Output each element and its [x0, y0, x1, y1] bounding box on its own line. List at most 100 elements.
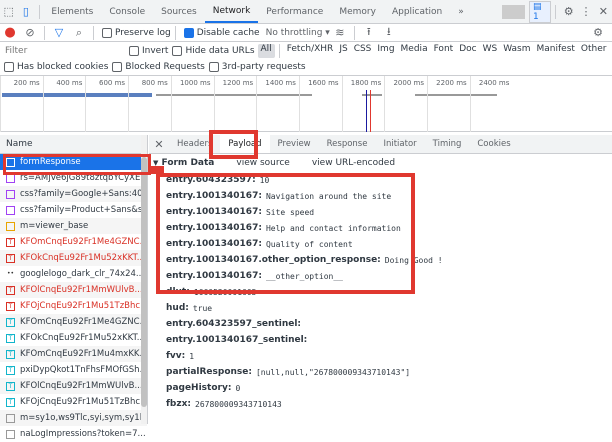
- tab-cookies[interactable]: Cookies: [469, 135, 518, 153]
- request-name: css?family=Google+Sans:400: [20, 189, 147, 199]
- tab-application[interactable]: Application: [384, 0, 450, 23]
- settings-gear-icon[interactable]: ⚙: [562, 4, 575, 20]
- scrollbar[interactable]: [141, 135, 147, 424]
- request-row[interactable]: rs=AMjVe6jG89t8ztqbYCyXE: [0, 170, 147, 186]
- blocked-requests-checkbox[interactable]: [112, 62, 123, 72]
- timeline-overview[interactable]: 200 ms 400 ms 600 ms 800 ms 1000 ms 1200 ms 14…: [0, 76, 612, 132]
- network-conditions-icon[interactable]: ≋: [332, 25, 348, 41]
- request-name: KFOjCnqEu92Fr1Mu51TzBhc...: [20, 397, 147, 407]
- view-source-link[interactable]: view source: [236, 158, 289, 168]
- third-party-checkbox[interactable]: [208, 62, 219, 72]
- filter-type-ws[interactable]: WS: [480, 44, 501, 58]
- divider: [174, 25, 176, 40]
- request-row[interactable]: T KFOmCnqEu92Fr1Mu4mxKK...: [0, 346, 147, 362]
- issues-count: 1: [533, 11, 539, 22]
- filter-type-media[interactable]: Media: [398, 44, 431, 58]
- tab-sources[interactable]: Sources: [153, 0, 205, 23]
- tab-headers[interactable]: Headers: [169, 135, 220, 153]
- export-har-icon[interactable]: ⭳: [381, 25, 397, 41]
- filter-input[interactable]: [0, 43, 125, 58]
- tab-initiator[interactable]: Initiator: [375, 135, 424, 153]
- form-data-entry: entry.604323597: 10: [149, 172, 612, 188]
- img-file-icon: ••: [6, 269, 15, 277]
- request-row[interactable]: T KFOjCnqEu92Fr1Mu51TzBhc...: [0, 394, 147, 410]
- throttling-select[interactable]: No throttling ▾: [266, 28, 330, 38]
- filter-type-fetch-xhr[interactable]: Fetch/XHR: [284, 44, 337, 58]
- close-icon[interactable]: ✕: [597, 4, 610, 20]
- form-data-entry: entry.604323597_sentinel:: [149, 316, 612, 332]
- import-har-icon[interactable]: ⭱: [361, 25, 377, 41]
- filter-type-js[interactable]: JS: [336, 44, 350, 58]
- blocked-cookies-checkbox[interactable]: [4, 62, 14, 72]
- tab-preview[interactable]: Preview: [270, 135, 319, 153]
- filter-type-doc[interactable]: Doc: [456, 44, 479, 58]
- preserve-log-checkbox[interactable]: [102, 27, 112, 38]
- name-column-header[interactable]: Name: [0, 135, 147, 154]
- entry-value: 10: [259, 175, 270, 185]
- entry-key: fvv:: [166, 351, 186, 361]
- issues-badge[interactable]: ▤ 1: [529, 0, 552, 23]
- filter-type-all[interactable]: All: [257, 43, 275, 58]
- more-tabs-button[interactable]: »: [450, 0, 472, 23]
- request-row[interactable]: T KFOlCnqEu92Fr1MmWUlvB...: [0, 378, 147, 394]
- tab-timing[interactable]: Timing: [425, 135, 470, 153]
- request-row[interactable]: T KFOmCnqEu92Fr1Me4GZNC...: [0, 314, 147, 330]
- request-row[interactable]: m=viewer_base: [0, 218, 147, 234]
- form-data-toggle[interactable]: ▼ Form Data: [153, 158, 214, 168]
- tab-payload[interactable]: Payload: [220, 135, 270, 153]
- request-name: m=sy1o,ws9Tlc,syi,sym,sy1l,...: [20, 413, 147, 423]
- form-data-entry: fbzx: 267800009343710143: [149, 396, 612, 412]
- disable-cache-label: Disable cache: [196, 27, 260, 38]
- request-row[interactable]: T KFOkCnqEu92Fr1Mu52xKKT...: [0, 250, 147, 266]
- request-name: KFOmCnqEu92Fr1Me4GZNC...: [20, 317, 147, 327]
- filter-row: Invert Hide data URLs All Fetch/XHRJSCSSI…: [0, 42, 612, 59]
- request-name: pxiDypQkot1TnFhsFMOfGSh...: [20, 365, 147, 375]
- request-row[interactable]: css?family=Product+Sans&s...: [0, 202, 147, 218]
- kebab-menu-icon[interactable]: ⋮: [579, 4, 592, 20]
- device-toolbar-icon[interactable]: ▯: [19, 4, 32, 20]
- tab-elements[interactable]: Elements: [43, 0, 101, 23]
- request-row[interactable]: T KFOjCnqEu92Fr1Mu51TzBhc...: [0, 298, 147, 314]
- close-details-icon[interactable]: ✕: [151, 136, 167, 152]
- request-rows: formResponse rs=AMjVe6jG89t8ztqbYCyXE css?…: [0, 154, 147, 442]
- filter-type-img[interactable]: Img: [374, 44, 397, 58]
- request-row[interactable]: T KFOlCnqEu92Fr1MmWUlvB...: [0, 282, 147, 298]
- request-row[interactable]: T KFOkCnqEu92Fr1Mu52xKKT...: [0, 330, 147, 346]
- triangle-down-icon: ▼: [153, 159, 159, 167]
- entry-value: true: [192, 303, 213, 313]
- tab-memory[interactable]: Memory: [331, 0, 384, 23]
- search-icon[interactable]: ⌕: [71, 25, 87, 41]
- tab-network[interactable]: Network: [204, 0, 259, 23]
- doc-file-icon: [6, 157, 15, 167]
- filter-icon[interactable]: ▽: [51, 25, 67, 41]
- filter-type-css[interactable]: CSS: [351, 44, 375, 58]
- view-url-encoded-link[interactable]: view URL-encoded: [312, 158, 395, 168]
- request-row[interactable]: T KFOmCnqEu92Fr1Me4GZNC...: [0, 234, 147, 250]
- filter-type-wasm[interactable]: Wasm: [500, 44, 533, 58]
- request-row[interactable]: naLogImpressions?token=7...: [0, 426, 147, 442]
- record-icon[interactable]: ●: [2, 25, 18, 41]
- request-list: Name formResponse rs=AMjVe6jG89t8ztqbYCyX…: [0, 135, 148, 439]
- network-settings-icon[interactable]: ⚙: [590, 25, 606, 41]
- filter-type-other[interactable]: Other: [578, 44, 610, 58]
- dropdown-arrow-icon: ▾: [325, 27, 330, 38]
- name-header-label: Name: [6, 139, 33, 149]
- entry-key: entry.1001340167:: [166, 207, 262, 217]
- hide-data-urls-checkbox[interactable]: [172, 45, 183, 56]
- clear-icon[interactable]: ⊘: [22, 25, 38, 41]
- request-row[interactable]: •• googlelogo_dark_clr_74x24...: [0, 266, 147, 282]
- filter-type-font[interactable]: Font: [431, 44, 457, 58]
- disable-cache-checkbox[interactable]: [183, 27, 194, 38]
- request-row[interactable]: formResponse: [0, 154, 147, 170]
- tab-console[interactable]: Console: [101, 0, 153, 23]
- form-data-title: Form Data: [161, 158, 215, 168]
- inspect-element-icon[interactable]: ⬚: [2, 4, 15, 20]
- invert-checkbox[interactable]: [129, 45, 139, 56]
- entry-key: entry.1001340167:: [166, 239, 262, 249]
- request-row[interactable]: css?family=Google+Sans:400: [0, 186, 147, 202]
- font-file-icon: T: [6, 381, 15, 391]
- tab-response[interactable]: Response: [319, 135, 376, 153]
- request-row[interactable]: TpxiDypQkot1TnFhsFMOfGSh...: [0, 362, 147, 378]
- filter-type-manifest[interactable]: Manifest: [534, 44, 578, 58]
- tab-performance[interactable]: Performance: [258, 0, 331, 23]
